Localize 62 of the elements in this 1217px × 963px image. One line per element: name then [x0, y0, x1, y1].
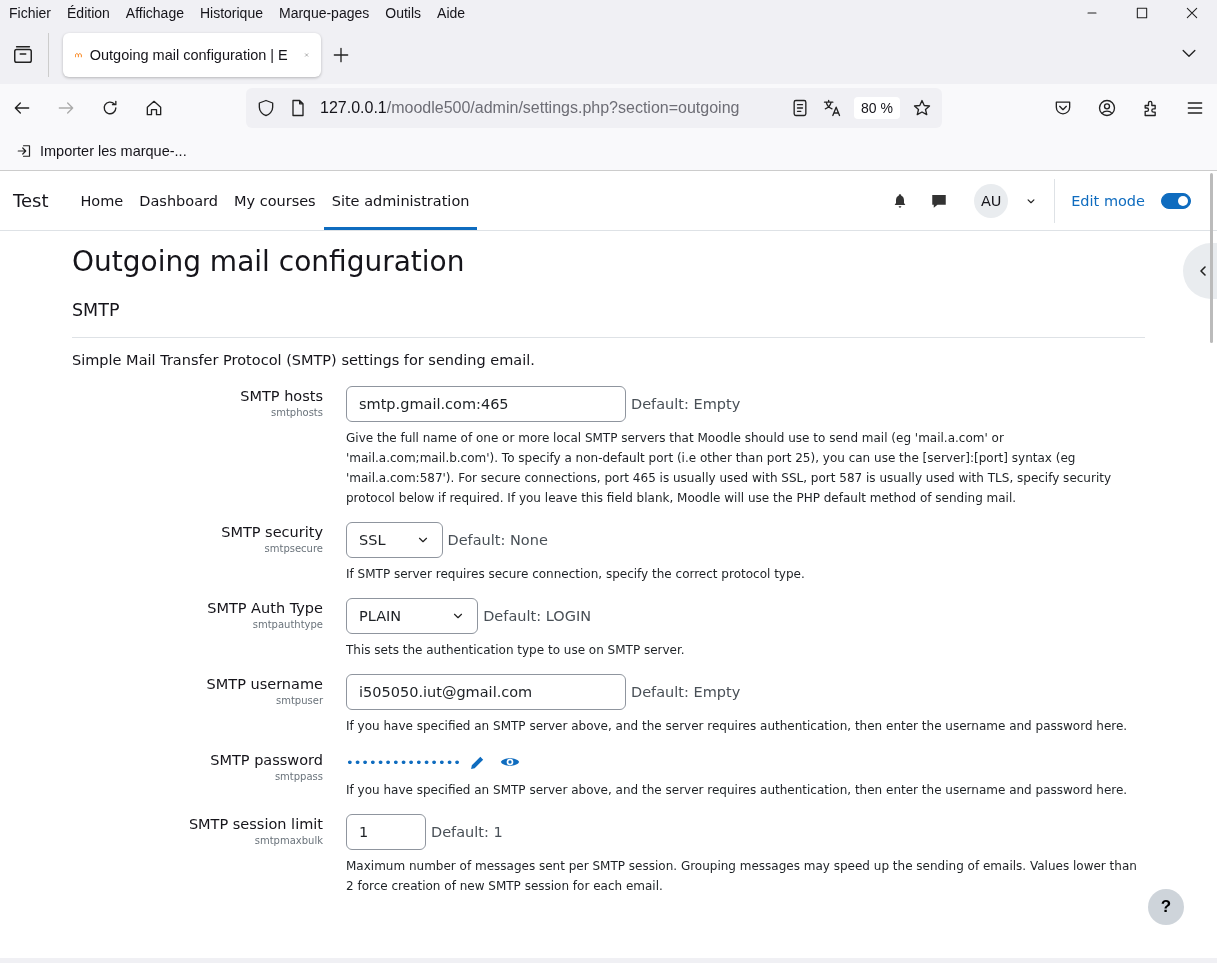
setting-id: smtpuser [275, 695, 323, 706]
setting-description: If you have specified an SMTP server above, and the server requires authentication, then enter the username and password here. [346, 782, 1129, 799]
user-avatar[interactable]: AU [974, 183, 1009, 218]
password-dots: ••••••••••••••• [346, 754, 462, 770]
nav-link[interactable]: Site administration [323, 171, 478, 230]
select-field[interactable]: SSL [346, 522, 443, 558]
site-name[interactable]: Test [13, 171, 49, 230]
tab-title: Outgoing mail configuration | E [89, 47, 288, 63]
tab-tray-icon[interactable] [12, 44, 34, 66]
default-value: Default: Empty [631, 396, 741, 412]
new-tab-icon[interactable] [331, 45, 351, 65]
default-value: Default: 1 [431, 824, 503, 840]
setting-description: Give the full name of one or more local SMTP servers that Moodle should use to send mail (eg 'mail.a.com' or 'mail.a.com;mail.b.com'). To specify a non-default port (i.e other than port 25), you can use the [server]:[port] syntax (eg 'mail.a.com:587'). For secure connections, port 465 is usually used with SSL, port 587 is usually used with TLS, specify security protocol below if required. If you leave this field blank, Moodle will use the PHP default method of sending mail. [346, 430, 1113, 507]
setting-description: Maximum number of messages sent per SMTP session. Grouping messages may speed up the sending of emails. Values lower than 2 force creation of new SMTP session for each email. [346, 858, 1138, 895]
zoom-level[interactable]: 80 % [854, 97, 900, 119]
text-input[interactable]: smtp.gmail.com:465 [346, 386, 626, 422]
bookmark-item[interactable]: Importer les marque-... [40, 143, 187, 159]
setting-id: smtpmaxbulk [254, 835, 323, 846]
setting-label: SMTP session limit [188, 816, 323, 832]
menu-item[interactable]: Affichage [124, 5, 185, 21]
menu-item[interactable]: Outils [384, 5, 423, 21]
setting-label: SMTP security [221, 524, 323, 540]
edit-mode-toggle[interactable] [1161, 192, 1191, 209]
setting-id: smtphosts [270, 407, 323, 418]
page-title: Outgoing mail configuration [72, 245, 466, 278]
shield-icon[interactable] [256, 98, 276, 118]
menu-item[interactable]: Historique [198, 5, 264, 21]
url-text[interactable]: 127.0.0.1/moodle500/admin/settings.php?section=outgoing [320, 99, 779, 117]
setting-label: SMTP password [210, 752, 323, 768]
setting-description: If you have specified an SMTP server above, and the server requires authentication, then enter the username and password here. [346, 718, 1129, 735]
close-icon[interactable] [1184, 5, 1200, 21]
setting-id: smtpsecure [264, 543, 323, 554]
setting-label: SMTP Auth Type [207, 600, 323, 616]
setting-id: smtppass [274, 771, 323, 782]
setting-id: smtpauthtype [252, 619, 323, 630]
setting-description: If SMTP server requires secure connection, specify the correct protocol type. [346, 566, 806, 583]
account-icon[interactable] [1097, 98, 1117, 118]
section-intro: Simple Mail Transfer Protocol (SMTP) settings for sending email. [72, 352, 536, 368]
default-value: Default: Empty [631, 684, 741, 700]
edit-mode-label[interactable]: Edit mode [1071, 192, 1145, 209]
star-icon[interactable] [912, 98, 932, 118]
menu-item[interactable]: Aide [436, 5, 467, 21]
nav-link[interactable]: My courses [225, 171, 324, 230]
menu-item[interactable]: Marque-pages [278, 5, 371, 21]
text-input[interactable]: 1 [346, 814, 426, 850]
section-heading: SMTP [72, 300, 1145, 338]
select-field[interactable]: PLAIN [346, 598, 479, 634]
nav-link[interactable]: Home [72, 171, 132, 230]
menu-item[interactable]: Édition [66, 5, 111, 21]
browser-tab[interactable]: Outgoing mail configuration | E [63, 33, 321, 77]
maximize-icon[interactable] [1134, 5, 1150, 21]
default-value: Default: None [447, 532, 548, 548]
setting-label: SMTP username [206, 676, 323, 692]
text-input[interactable]: i505050.iut@gmail.com [346, 674, 626, 710]
setting-label: SMTP hosts [240, 388, 323, 404]
help-button[interactable]: ? [1148, 889, 1184, 925]
translate-icon[interactable] [822, 98, 843, 118]
default-value: Default: LOGIN [483, 608, 591, 624]
setting-description: This sets the authentication type to use on SMTP server. [346, 642, 686, 659]
menu-item[interactable]: Fichier [8, 5, 52, 21]
home-icon[interactable] [144, 98, 164, 118]
nav-link[interactable]: Dashboard [131, 171, 226, 230]
